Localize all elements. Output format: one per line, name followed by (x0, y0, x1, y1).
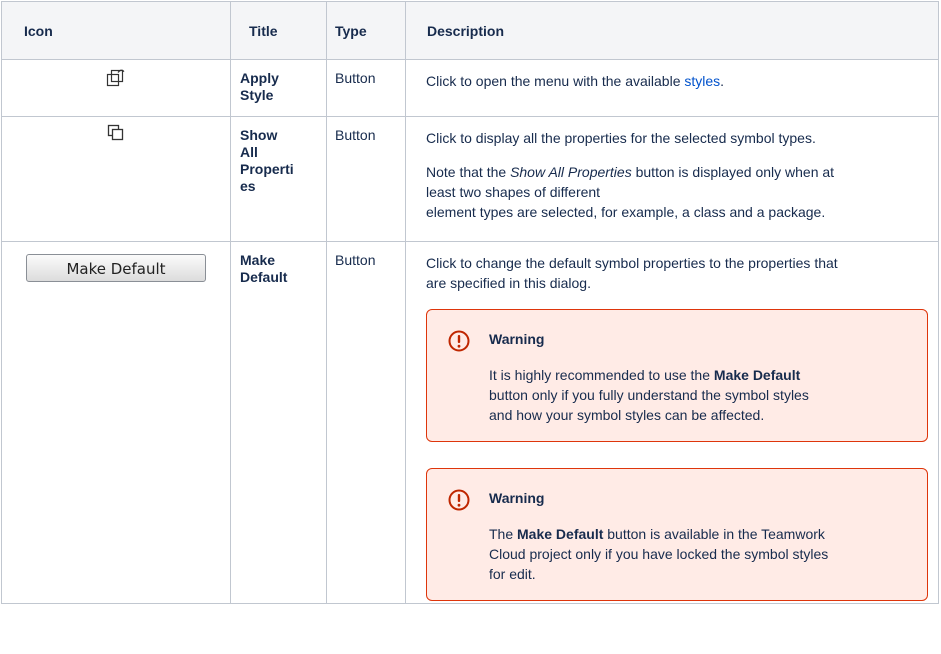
table-row: Show All Properti es Button Click to dis… (1, 116, 939, 242)
warning-text-line: button only if you fully understand the … (489, 387, 809, 403)
header-description: Description (405, 1, 939, 60)
warning-panel: Warning It is highly recommended to use … (426, 309, 928, 442)
icon-cell: Make Default (1, 241, 231, 604)
warning-title: Warning (489, 331, 545, 347)
note-text: Note that the (426, 164, 511, 180)
title-line: Show (240, 127, 278, 143)
table-row: Apply Style Button Click to open the men… (1, 59, 939, 117)
styles-link[interactable]: styles (684, 73, 720, 89)
desc-text: are specified in this dialog. (426, 275, 591, 291)
icon-cell (1, 116, 231, 242)
warning-text-line: and how your symbol styles can be affect… (489, 407, 765, 423)
type-cell: Button (326, 241, 406, 604)
error-icon (447, 329, 471, 425)
properties-table: Icon Title Type Description Apply Style … (1, 1, 939, 604)
desc-text: Click to open the menu with the availabl… (426, 73, 685, 89)
warning-title: Warning (489, 490, 545, 506)
warning-text-line: Cloud project only if you have locked th… (489, 546, 829, 562)
title-line: Properti (240, 161, 294, 177)
description-cell: Click to change the default symbol prope… (405, 241, 939, 604)
warning-text-part: It is highly recommended to use the (489, 367, 714, 383)
warning-text-part: The (489, 526, 518, 542)
table-header-row: Icon Title Type Description (1, 1, 939, 60)
title-line: All (240, 144, 258, 160)
description-cell: Click to open the menu with the availabl… (405, 59, 939, 117)
desc-text: Click to change the default symbol prope… (426, 255, 838, 271)
title-cell: Show All Properti es (230, 116, 327, 242)
title-cell: Apply Style (230, 59, 327, 117)
description-cell: Click to display all the properties for … (405, 116, 939, 242)
icon-cell (1, 59, 231, 117)
title-line: es (240, 178, 256, 194)
header-type: Type (326, 1, 406, 60)
title-line: Make (240, 252, 276, 268)
warning-text-bold: Make Default (713, 367, 801, 383)
note-italic: Show All Properties (510, 164, 632, 180)
title-line: Apply (240, 70, 279, 86)
header-icon: Icon (1, 1, 231, 60)
error-icon (447, 488, 471, 584)
desc-text: . (720, 73, 725, 89)
note-text: element types are selected, for example,… (426, 204, 826, 220)
warning-text-line: for edit. (489, 566, 536, 582)
header-title: Title (230, 1, 327, 60)
warning-panel: Warning The Make Default button is avail… (426, 468, 928, 601)
type-cell: Button (326, 59, 406, 117)
warning-text-bold: Make Default (517, 526, 604, 542)
warning-text: It is highly recommended to use the Make… (489, 365, 809, 425)
note-text: button is displayed only when at (631, 164, 835, 180)
warning-text-part: button is available in the Teamwork (603, 526, 825, 542)
note-text: least two shapes of different (426, 184, 601, 200)
make-default-button-image: Make Default (26, 254, 206, 282)
title-line: Style (240, 87, 274, 103)
table-row: Make Default Make Default Button Click t… (1, 241, 939, 604)
title-cell: Make Default (230, 241, 327, 604)
show-all-properties-icon (107, 124, 125, 145)
apply-style-icon (105, 67, 127, 92)
type-cell: Button (326, 116, 406, 242)
warning-text: The Make Default button is available in … (489, 524, 828, 584)
warning-body: Warning It is highly recommended to use … (489, 329, 809, 425)
title-line: Default (240, 269, 288, 285)
warning-body: Warning The Make Default button is avail… (489, 488, 828, 584)
desc-text: Click to display all the properties for … (426, 130, 816, 146)
